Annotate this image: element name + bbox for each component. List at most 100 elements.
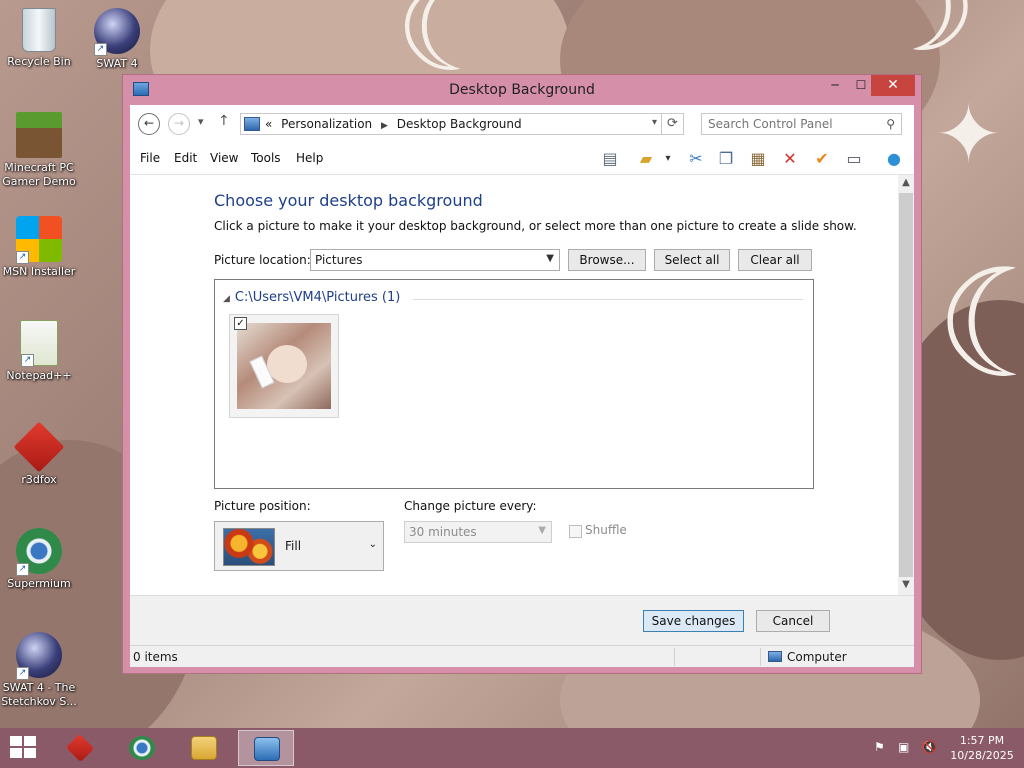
select-all-button[interactable]: Select all [654, 249, 730, 271]
title-bar[interactable]: Desktop Background ─ ☐ ✕ [123, 75, 921, 105]
desktop-icon-label: r3dfox [21, 473, 57, 486]
swat4-stetchkov-icon: ↗ [16, 632, 62, 680]
desktop-icon-swat4-stetchkov[interactable]: ↗ SWAT 4 - The Stetchkov S... [0, 632, 78, 709]
vertical-scrollbar[interactable]: ▲ ▼ [898, 175, 914, 595]
menu-edit[interactable]: Edit [174, 151, 197, 165]
folder-options-icon[interactable]: ▰ [634, 147, 658, 171]
network-icon[interactable]: ▣ [898, 740, 909, 754]
file-explorer-icon [191, 736, 217, 760]
shortcut-arrow-icon: ↗ [16, 667, 29, 680]
change-picture-interval-select[interactable]: 30 minutes ▼ [404, 521, 552, 543]
search-icon[interactable]: ⚲ [886, 117, 895, 131]
menu-file[interactable]: File [140, 151, 160, 165]
scroll-up-arrow-icon[interactable]: ▲ [898, 177, 914, 188]
forward-button[interactable]: → [168, 113, 190, 135]
clock-time: 1:57 PM [959, 734, 1005, 747]
desktop-icon-swat4[interactable]: ↗ SWAT 4 [78, 8, 156, 71]
control-panel-icon [254, 737, 280, 761]
up-button[interactable]: ↑ [218, 113, 230, 129]
taskbar-app-supermium[interactable] [114, 730, 170, 766]
desktop-icon-label: Supermium [7, 577, 71, 590]
taskbar-app-file-explorer[interactable] [176, 730, 232, 766]
paste-icon[interactable]: ▦ [746, 147, 770, 171]
layout-icon[interactable]: ▤ [598, 147, 622, 171]
volume-muted-icon[interactable]: 🔇 [922, 740, 937, 754]
status-item-count: 0 items [133, 650, 178, 664]
window-client-area: ← → ▾ ↑ « Personalization ▶ Desktop Back… [130, 105, 914, 667]
supermium-icon [129, 736, 155, 760]
desktop-icon-label: SWAT 4 - The Stetchkov S... [1, 681, 77, 708]
desktop-icon-notepadpp[interactable]: ↗ Notepad++ [0, 320, 78, 383]
control-panel-icon [244, 117, 260, 131]
cancel-button[interactable]: Cancel [756, 610, 830, 632]
scrollbar-thumb[interactable] [899, 193, 913, 577]
clear-all-button[interactable]: Clear all [738, 249, 812, 271]
menu-view[interactable]: View [210, 151, 238, 165]
breadcrumb-item-desktop-background[interactable]: Desktop Background [397, 117, 522, 131]
desktop-icon-minecraft[interactable]: Minecraft PC Gamer Demo [0, 112, 78, 189]
desktop-icon-recycle-bin[interactable]: Recycle Bin [0, 8, 78, 69]
scroll-down-arrow-icon[interactable]: ▼ [898, 579, 914, 590]
breadcrumb-overflow[interactable]: « [265, 117, 272, 131]
moon-icon: ☽ [870, 0, 978, 79]
shortcut-arrow-icon: ↗ [16, 251, 29, 264]
arrow-left-icon: ← [143, 116, 155, 130]
back-button[interactable]: ← [138, 113, 160, 135]
minecraft-icon [16, 112, 62, 158]
rename-icon[interactable]: ▭ [842, 147, 866, 171]
desktop-icon-supermium[interactable]: ↗ Supermium [0, 528, 78, 591]
change-picture-interval-value: 30 minutes [409, 525, 477, 539]
search-input[interactable] [708, 114, 878, 134]
shuffle-checkbox[interactable] [569, 525, 582, 538]
action-center-flag-icon[interactable]: ⚑ [874, 740, 885, 754]
save-changes-button[interactable]: Save changes [643, 610, 744, 632]
instructions-text: Click a picture to make it your desktop … [214, 219, 857, 233]
picture-location-select[interactable]: Pictures ▼ [310, 249, 560, 271]
swat4-icon: ↗ [94, 8, 140, 56]
folder-options-dropdown-icon[interactable]: ▾ [656, 147, 680, 171]
notepadpp-icon: ↗ [20, 320, 58, 367]
taskbar-app-r3dfox[interactable] [52, 730, 108, 766]
supermium-icon: ↗ [16, 528, 62, 576]
shuffle-label: Shuffle [585, 523, 627, 537]
cut-icon[interactable]: ✂ [684, 147, 708, 171]
thumbnail-checkbox[interactable]: ✓ [234, 317, 247, 330]
copy-icon[interactable]: ❐ [714, 147, 738, 171]
browse-button[interactable]: Browse... [568, 249, 646, 271]
minimize-button[interactable]: ─ [821, 75, 849, 96]
help-globe-icon[interactable]: ● [882, 147, 906, 171]
menu-tools[interactable]: Tools [251, 151, 281, 165]
address-dropdown-button[interactable]: ▾ [652, 117, 657, 128]
shortcut-arrow-icon: ↗ [16, 563, 29, 576]
status-divider [674, 648, 675, 666]
properties-check-icon[interactable]: ✔ [810, 147, 834, 171]
delete-icon[interactable]: ✕ [778, 147, 802, 171]
content-pane: Choose your desktop background Click a p… [130, 175, 898, 595]
breadcrumb-item-personalization[interactable]: Personalization [281, 117, 372, 131]
picture-group-header[interactable]: ◢ C:\Users\VM4\Pictures (1) [223, 290, 400, 305]
thumbnail-figure [267, 345, 307, 383]
chevron-down-icon: ⌄ [368, 539, 377, 550]
recent-locations-button[interactable]: ▾ [198, 115, 204, 128]
menu-help[interactable]: Help [296, 151, 323, 165]
address-bar[interactable]: « Personalization ▶ Desktop Background ▾ [240, 113, 662, 135]
desktop-icon-label: Notepad++ [6, 369, 72, 382]
thumbnail-image [237, 323, 331, 409]
breadcrumb-separator-icon[interactable]: ▶ [381, 121, 388, 131]
picture-position-select[interactable]: Fill ⌄ [214, 521, 384, 571]
position-preview-image [223, 528, 275, 566]
start-button[interactable] [10, 736, 38, 760]
picture-list: ◢ C:\Users\VM4\Pictures (1) ✓ [214, 279, 814, 489]
picture-thumbnail[interactable]: ✓ [229, 314, 339, 418]
dialog-footer: Save changes Cancel [130, 595, 914, 645]
close-button[interactable]: ✕ [871, 75, 915, 96]
menu-bar: File Edit View Tools Help ▤ ▰ ▾ ✂ ❐ ▦ ✕ … [130, 143, 914, 175]
refresh-button[interactable]: ⟳ [662, 113, 684, 135]
desktop-icon-msn-installer[interactable]: ↗ MSN Installer [0, 216, 78, 279]
taskbar-clock[interactable]: 1:57 PM 10/28/2025 [944, 733, 1020, 763]
picture-position-value: Fill [285, 539, 302, 553]
r3dfox-icon [13, 421, 65, 473]
picture-position-label: Picture position: [214, 499, 311, 513]
taskbar-app-control-panel[interactable] [238, 730, 294, 766]
desktop-icon-r3dfox[interactable]: r3dfox [0, 421, 78, 487]
